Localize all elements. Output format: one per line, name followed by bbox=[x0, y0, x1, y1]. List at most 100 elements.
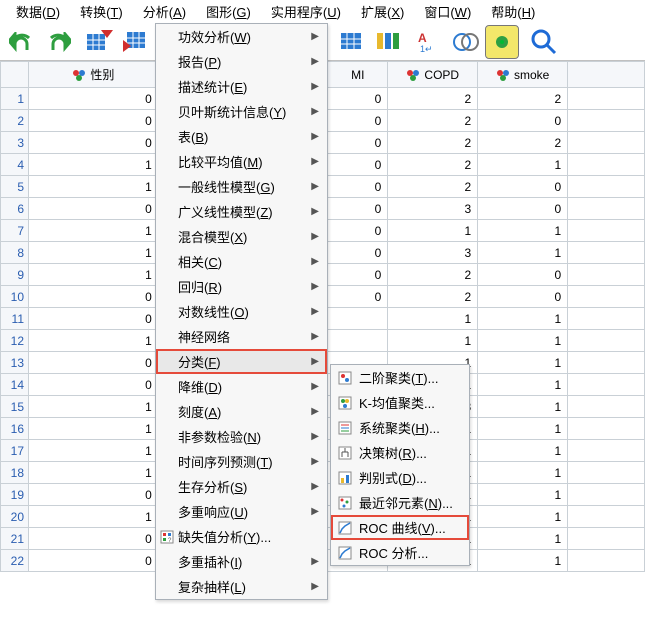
row-number[interactable]: 13 bbox=[1, 352, 29, 374]
cell-blank[interactable] bbox=[568, 154, 645, 176]
cell-mi[interactable]: 0 bbox=[328, 220, 388, 242]
cell-copd[interactable]: 2 bbox=[388, 264, 478, 286]
value-labels-button[interactable]: A 1↵ bbox=[414, 26, 446, 58]
cell-smoke[interactable]: 1 bbox=[478, 462, 568, 484]
weight-cases-button[interactable] bbox=[486, 26, 518, 58]
cell-mi[interactable]: 0 bbox=[328, 242, 388, 264]
use-sets-button[interactable] bbox=[450, 26, 482, 58]
row-number[interactable]: 8 bbox=[1, 242, 29, 264]
cell-blank[interactable] bbox=[568, 264, 645, 286]
analyze-menu-item[interactable]: 混合模型(X)▶ bbox=[156, 224, 327, 249]
cell-blank[interactable] bbox=[568, 330, 645, 352]
cell-smoke[interactable]: 1 bbox=[478, 242, 568, 264]
classify-menu-item[interactable]: 决策树(R)... bbox=[331, 440, 469, 465]
cell-smoke[interactable]: 1 bbox=[478, 550, 568, 572]
col-header-blank[interactable] bbox=[568, 62, 645, 88]
cell-smoke[interactable]: 1 bbox=[478, 484, 568, 506]
row-number[interactable]: 17 bbox=[1, 440, 29, 462]
redo-button[interactable] bbox=[42, 26, 74, 58]
row-number[interactable]: 2 bbox=[1, 110, 29, 132]
cell-sex[interactable]: 1 bbox=[29, 462, 159, 484]
classify-menu-item[interactable]: 系统聚类(H)... bbox=[331, 415, 469, 440]
cell-smoke[interactable]: 2 bbox=[478, 88, 568, 110]
cell-mi[interactable]: 0 bbox=[328, 154, 388, 176]
row-number[interactable]: 12 bbox=[1, 330, 29, 352]
cell-copd[interactable]: 2 bbox=[388, 176, 478, 198]
cell-sex[interactable]: 0 bbox=[29, 352, 159, 374]
cell-blank[interactable] bbox=[568, 286, 645, 308]
cell-blank[interactable] bbox=[568, 352, 645, 374]
classify-menu-item[interactable]: 判别式(D)... bbox=[331, 465, 469, 490]
cell-copd[interactable]: 3 bbox=[388, 198, 478, 220]
cell-mi[interactable]: 0 bbox=[328, 264, 388, 286]
row-number[interactable]: 21 bbox=[1, 528, 29, 550]
cell-smoke[interactable]: 1 bbox=[478, 352, 568, 374]
cell-sex[interactable]: 0 bbox=[29, 484, 159, 506]
cell-smoke[interactable]: 1 bbox=[478, 396, 568, 418]
classify-menu-item[interactable]: 二阶聚类(T)... bbox=[331, 365, 469, 390]
col-header-copd[interactable]: COPD bbox=[388, 62, 478, 88]
cell-smoke[interactable]: 1 bbox=[478, 154, 568, 176]
cell-blank[interactable] bbox=[568, 88, 645, 110]
cell-sex[interactable]: 1 bbox=[29, 506, 159, 528]
row-number[interactable]: 9 bbox=[1, 264, 29, 286]
analyze-menu-item[interactable]: 时间序列预测(T)▶ bbox=[156, 449, 327, 474]
row-number[interactable]: 11 bbox=[1, 308, 29, 330]
analyze-menu-item[interactable]: 非参数检验(N)▶ bbox=[156, 424, 327, 449]
cell-smoke[interactable]: 0 bbox=[478, 176, 568, 198]
analyze-menu-item[interactable]: 报告(P)▶ bbox=[156, 49, 327, 74]
cell-sex[interactable]: 1 bbox=[29, 330, 159, 352]
cell-sex[interactable]: 0 bbox=[29, 550, 159, 572]
cell-sex[interactable]: 1 bbox=[29, 220, 159, 242]
col-header-sex[interactable]: 性别 bbox=[29, 62, 159, 88]
cell-smoke[interactable]: 1 bbox=[478, 330, 568, 352]
cell-smoke[interactable]: 1 bbox=[478, 440, 568, 462]
analyze-menu-item[interactable]: 刻度(A)▶ bbox=[156, 399, 327, 424]
cell-copd[interactable]: 2 bbox=[388, 154, 478, 176]
cell-mi[interactable]: 0 bbox=[328, 88, 388, 110]
col-header-mi[interactable]: MI bbox=[328, 62, 388, 88]
menu-window[interactable]: 窗口(W) bbox=[414, 0, 481, 23]
classify-menu-item[interactable]: 最近邻元素(N)... bbox=[331, 490, 469, 515]
cell-sex[interactable]: 0 bbox=[29, 374, 159, 396]
cell-blank[interactable] bbox=[568, 132, 645, 154]
goto-case-button[interactable] bbox=[84, 26, 116, 58]
cell-sex[interactable]: 1 bbox=[29, 440, 159, 462]
cell-smoke[interactable]: 1 bbox=[478, 528, 568, 550]
cell-smoke[interactable]: 1 bbox=[478, 220, 568, 242]
row-number[interactable]: 22 bbox=[1, 550, 29, 572]
goto-variable-button[interactable] bbox=[120, 26, 152, 58]
cell-copd[interactable]: 1 bbox=[388, 330, 478, 352]
undo-button[interactable] bbox=[6, 26, 38, 58]
cell-copd[interactable]: 2 bbox=[388, 110, 478, 132]
cell-blank[interactable] bbox=[568, 484, 645, 506]
analyze-menu-item[interactable]: 表(B)▶ bbox=[156, 124, 327, 149]
cell-blank[interactable] bbox=[568, 176, 645, 198]
row-number[interactable]: 10 bbox=[1, 286, 29, 308]
row-number[interactable]: 19 bbox=[1, 484, 29, 506]
cell-smoke[interactable]: 0 bbox=[478, 264, 568, 286]
classify-menu-item[interactable]: K-均值聚类... bbox=[331, 390, 469, 415]
row-number[interactable]: 4 bbox=[1, 154, 29, 176]
cell-smoke[interactable]: 1 bbox=[478, 506, 568, 528]
menu-graphs[interactable]: 图形(G) bbox=[196, 0, 261, 23]
cell-mi[interactable]: 0 bbox=[328, 286, 388, 308]
analyze-menu-item[interactable]: 分类(F)▶ bbox=[156, 349, 327, 374]
analyze-menu-item[interactable]: 功效分析(W)▶ bbox=[156, 24, 327, 49]
cell-sex[interactable]: 0 bbox=[29, 198, 159, 220]
analyze-menu-item[interactable]: 多重响应(U)▶ bbox=[156, 499, 327, 524]
cell-mi[interactable] bbox=[328, 330, 388, 352]
cell-copd[interactable]: 1 bbox=[388, 308, 478, 330]
cell-copd[interactable]: 1 bbox=[388, 220, 478, 242]
cell-blank[interactable] bbox=[568, 198, 645, 220]
cell-sex[interactable]: 0 bbox=[29, 308, 159, 330]
cell-smoke[interactable]: 1 bbox=[478, 418, 568, 440]
cell-blank[interactable] bbox=[568, 506, 645, 528]
row-number[interactable]: 7 bbox=[1, 220, 29, 242]
cell-sex[interactable]: 1 bbox=[29, 242, 159, 264]
cell-mi[interactable]: 0 bbox=[328, 110, 388, 132]
row-number[interactable]: 14 bbox=[1, 374, 29, 396]
cell-sex[interactable]: 0 bbox=[29, 88, 159, 110]
cell-blank[interactable] bbox=[568, 550, 645, 572]
cell-blank[interactable] bbox=[568, 462, 645, 484]
